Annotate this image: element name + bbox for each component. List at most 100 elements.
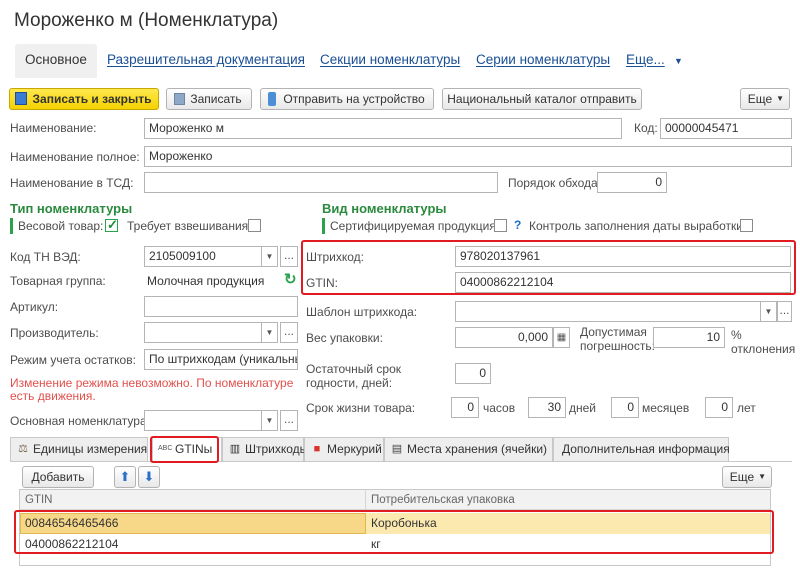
main-nomenclature-input[interactable] [144, 410, 262, 431]
barcode-template-select-button[interactable]: ... [777, 301, 792, 322]
save-icon [15, 92, 27, 105]
window-title: Мороженко м (Номенклатура) [14, 10, 279, 31]
product-group-value: Молочная продукция [147, 274, 265, 288]
nav-tab-more[interactable]: Еще... [626, 44, 665, 78]
device-icon [268, 92, 276, 106]
chevron-down-icon: ▼ [758, 472, 766, 481]
tab-storage-places[interactable]: ▤ Места хранения (ячейки) [384, 437, 553, 461]
tab-barcodes[interactable]: ▥ Штрихкоды [222, 437, 308, 461]
stock-mode-select[interactable]: По штрихкодам (уникальный [144, 349, 298, 370]
requires-weighing-checkbox[interactable] [248, 219, 261, 232]
name-label: Наименование: [10, 121, 97, 135]
years-input[interactable]: 0 [705, 397, 733, 418]
move-down-icon[interactable]: ⬇ [138, 466, 160, 488]
months-unit: месяцев [642, 401, 690, 415]
refresh-icon[interactable]: ↻ [284, 270, 297, 288]
calculator-icon[interactable]: ▦ [553, 327, 570, 348]
barcode-template-dropdown-icon[interactable]: ▼ [761, 301, 777, 322]
tab-mercury[interactable]: ■ Меркурий [304, 437, 384, 461]
manufacturer-input[interactable] [144, 322, 262, 343]
barcode-icon: ▥ [229, 443, 241, 455]
code-input[interactable]: 00000045471 [660, 118, 792, 139]
weighted-checkbox[interactable]: ✓ [105, 217, 118, 232]
barcode-label: Штрихкод: [306, 250, 365, 264]
save-and-close-button[interactable]: Записать и закрыть [9, 88, 159, 110]
main-nomenclature-label: Основная номенклатура: [10, 414, 150, 428]
nav-tab-permits[interactable]: Разрешительная документация [107, 44, 305, 78]
product-group-label: Товарная группа: [10, 274, 106, 288]
toolbar-more-button[interactable]: Еще ▼ [740, 88, 790, 110]
weighted-label: Весовой товар: [18, 219, 104, 233]
residual-shelf-input[interactable]: 0 [455, 363, 491, 384]
help-icon[interactable]: ? [514, 218, 521, 232]
gtin-label: GTIN: [306, 276, 338, 290]
certified-checkbox[interactable] [494, 219, 507, 232]
barcode-template-input[interactable] [455, 301, 761, 322]
column-divider [365, 490, 366, 510]
nav-more-arrow-icon[interactable]: ▼ [674, 56, 683, 66]
tabs-divider [10, 461, 792, 462]
tolerance-unit: % отклонения [731, 328, 796, 356]
tn-ved-dropdown-icon[interactable]: ▼ [262, 246, 278, 267]
column-gtin[interactable]: GTIN [25, 490, 52, 510]
tab-units[interactable]: ⚖ Единицы измерения [10, 437, 148, 461]
move-up-icon[interactable]: ⬆ [114, 466, 136, 488]
article-label: Артикул: [10, 300, 59, 314]
bypass-order-label: Порядок обхода: [508, 176, 602, 190]
national-catalog-send-button[interactable]: Национальный каталог отправить [442, 88, 642, 110]
date-control-checkbox[interactable] [740, 219, 753, 232]
days-input[interactable]: 30 [528, 397, 566, 418]
certified-label: Сертифицируемая продукция: [330, 219, 500, 233]
pack-weight-label: Вес упаковки: [306, 331, 383, 345]
main-nomenclature-select-button[interactable]: ... [280, 410, 298, 431]
hours-unit: часов [483, 401, 516, 415]
barcode-input[interactable]: 978020137961 [455, 246, 791, 267]
nav-tab-main[interactable]: Основное [15, 44, 97, 78]
add-button[interactable]: Добавить [22, 466, 94, 488]
years-unit: лет [737, 401, 756, 415]
tn-ved-input[interactable]: 2105009100 [144, 246, 262, 267]
save-button[interactable]: Записать [166, 88, 252, 110]
requires-weighing-label: Требует взвешивания: [127, 219, 252, 233]
shelf-icon: ▤ [391, 443, 403, 455]
tn-ved-select-button[interactable]: ... [280, 246, 298, 267]
nomenclature-kind-header: Вид номенклатуры [322, 201, 447, 216]
tolerance-label: Допустимая погрешность: [580, 325, 655, 353]
gtin-input[interactable]: 04000862212104 [455, 272, 791, 293]
lifetime-label: Срок жизни товара: [306, 401, 416, 415]
column-pack[interactable]: Потребительская упаковка [371, 490, 515, 510]
hours-input[interactable]: 0 [451, 397, 479, 418]
barcode-template-label: Шаблон штрихкода: [306, 305, 418, 319]
main-nomenclature-dropdown-icon[interactable]: ▼ [262, 410, 278, 431]
pack-weight-input[interactable]: 0,000 [455, 327, 553, 348]
bypass-order-input[interactable]: 0 [597, 172, 667, 193]
tn-ved-label: Код ТН ВЭД: [10, 250, 81, 264]
manufacturer-select-button[interactable]: ... [280, 322, 298, 343]
send-to-device-button[interactable]: Отправить на устройство [260, 88, 434, 110]
days-unit: дней [569, 401, 597, 415]
stock-mode-label: Режим учета остатков: [10, 353, 136, 367]
article-input[interactable] [144, 296, 298, 317]
disk-icon [174, 93, 185, 105]
stock-mode-warning: Изменение режима невозможно. По номенкла… [10, 376, 294, 403]
full-name-label: Наименование полное: [10, 150, 140, 164]
months-input[interactable]: 0 [611, 397, 639, 418]
form-nav: Основное Разрешительная документация Сек… [0, 44, 800, 78]
tsd-name-input[interactable] [144, 172, 498, 193]
nav-tab-sections[interactable]: Секции номенклатуры [320, 44, 460, 78]
cube-icon: ■ [313, 443, 321, 455]
nav-tab-series[interactable]: Серии номенклатуры [476, 44, 610, 78]
full-name-input[interactable]: Мороженко [144, 146, 792, 167]
code-label: Код: [634, 121, 658, 135]
manufacturer-dropdown-icon[interactable]: ▼ [262, 322, 278, 343]
section-marker [10, 218, 13, 234]
table-rows-highlight [14, 510, 774, 554]
checkmark-icon: ✓ [107, 217, 118, 232]
section-marker [322, 218, 325, 234]
residual-shelf-label: Остаточный срок годности, дней: [306, 362, 402, 390]
tolerance-input[interactable]: 10 [653, 327, 725, 348]
name-input[interactable]: Мороженко м [144, 118, 622, 139]
date-control-label: Контроль заполнения даты выработки: [529, 219, 747, 233]
table-more-button[interactable]: Еще ▼ [722, 466, 772, 488]
tab-additional-info[interactable]: Дополнительная информация [553, 437, 730, 461]
